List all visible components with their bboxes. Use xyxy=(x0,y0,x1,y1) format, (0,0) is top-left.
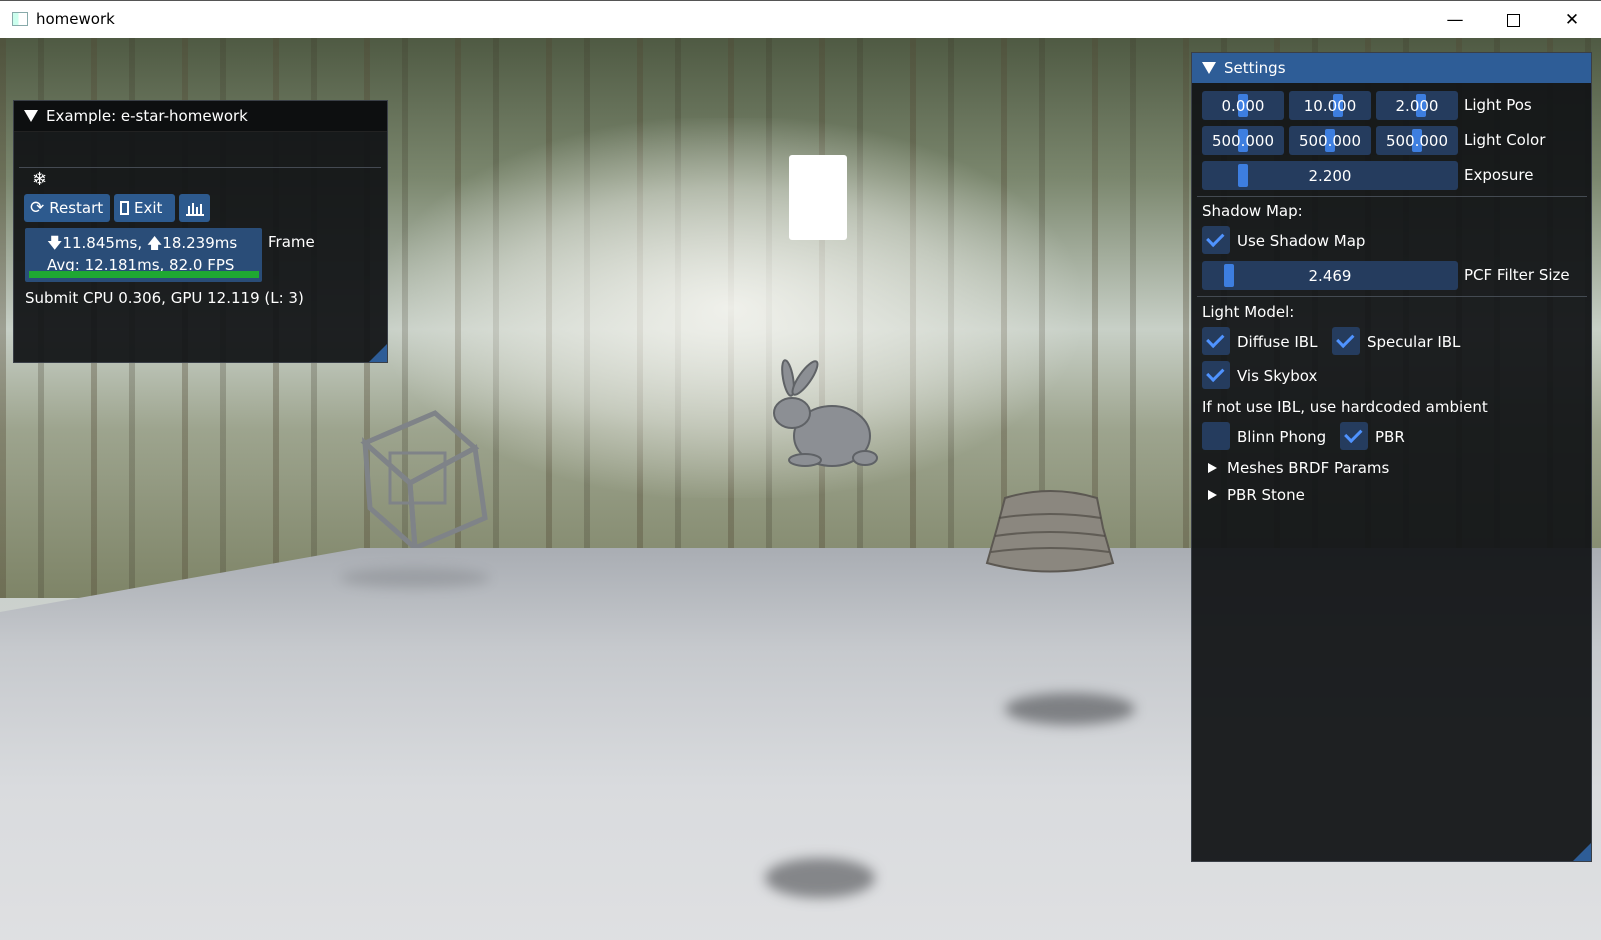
pbr-stone-model xyxy=(985,490,1115,573)
collapse-icon[interactable] xyxy=(1202,62,1216,74)
light-pos-z-slider[interactable]: 2.000 xyxy=(1376,91,1458,120)
divider xyxy=(19,167,381,168)
maximize-icon xyxy=(1506,13,1520,27)
window-title: homework xyxy=(36,10,115,28)
expand-icon xyxy=(1208,463,1217,473)
title-bar: homework — ✕ xyxy=(0,0,1601,38)
ibl-note: If not use IBL, use hardcoded ambient xyxy=(1202,398,1488,416)
light-color-r-slider[interactable]: 500.000 xyxy=(1202,126,1284,155)
restart-button[interactable]: ⟳ Restart xyxy=(24,194,110,222)
settings-window-title: Settings xyxy=(1224,59,1286,77)
example-window-title: Example: e-star-homework xyxy=(46,107,248,125)
fps-bar xyxy=(29,271,259,278)
exposure-label: Exposure xyxy=(1464,166,1534,184)
minimize-button[interactable]: — xyxy=(1426,1,1484,39)
shadow-map-header: Shadow Map: xyxy=(1202,202,1303,220)
check-icon xyxy=(1206,228,1225,248)
app-icon xyxy=(12,12,28,26)
diffuse-ibl-checkbox[interactable] xyxy=(1202,327,1230,355)
stats-button[interactable] xyxy=(179,194,210,222)
light-source-quad xyxy=(789,155,847,240)
pbr-stone-tree[interactable]: PBR Stone xyxy=(1208,486,1305,504)
resize-grip[interactable] xyxy=(369,344,387,362)
maximize-button[interactable] xyxy=(1484,1,1542,39)
blinn-phong-checkbox[interactable] xyxy=(1202,422,1230,450)
frame-time-plot[interactable]: 🡇11.845ms, 🡅18.239ms Avg: 12.181ms, 82.0… xyxy=(25,228,262,282)
use-shadow-map-checkbox[interactable] xyxy=(1202,226,1230,254)
submit-stats: Submit CPU 0.306, GPU 12.119 (L: 3) xyxy=(25,289,304,307)
snowflake-icon[interactable]: ❄ xyxy=(32,169,47,190)
meshes-brdf-params-tree[interactable]: Meshes BRDF Params xyxy=(1208,459,1389,477)
minimize-icon: — xyxy=(1446,10,1464,30)
light-model-header: Light Model: xyxy=(1202,303,1295,321)
diffuse-ibl-label: Diffuse IBL xyxy=(1237,333,1318,351)
specular-ibl-label: Specular IBL xyxy=(1367,333,1461,351)
check-icon xyxy=(1206,329,1225,349)
settings-window-header[interactable]: Settings xyxy=(1192,53,1591,83)
vis-skybox-label: Vis Skybox xyxy=(1237,367,1318,385)
light-color-g-slider[interactable]: 500.000 xyxy=(1289,126,1371,155)
divider xyxy=(1197,196,1587,197)
exposure-slider[interactable]: 2.200 xyxy=(1202,161,1458,190)
pbr-checkbox[interactable] xyxy=(1340,422,1368,450)
use-shadow-map-label: Use Shadow Map xyxy=(1237,232,1366,250)
cube-shadow xyxy=(340,568,490,588)
light-color-b-slider[interactable]: 500.000 xyxy=(1376,126,1458,155)
check-icon xyxy=(1206,363,1225,383)
meshes-brdf-params-label: Meshes BRDF Params xyxy=(1227,459,1390,477)
light-pos-label: Light Pos xyxy=(1464,96,1532,114)
expand-icon xyxy=(1208,490,1217,500)
bar-chart-icon xyxy=(185,203,204,216)
close-icon: ✕ xyxy=(1564,10,1580,30)
pcf-filter-size-label: PCF Filter Size xyxy=(1464,266,1570,284)
close-button[interactable]: ✕ xyxy=(1543,1,1601,39)
blinn-phong-label: Blinn Phong xyxy=(1237,428,1327,446)
light-color-label: Light Color xyxy=(1464,131,1546,149)
light-pos-y-slider[interactable]: 10.000 xyxy=(1289,91,1371,120)
exit-door-icon xyxy=(120,201,129,215)
frame-label: Frame xyxy=(268,233,315,251)
wireframe-cube-model xyxy=(360,410,488,548)
bunny-shadow xyxy=(765,858,875,898)
divider xyxy=(1197,296,1587,297)
check-icon xyxy=(1336,329,1355,349)
light-pos-x-slider[interactable]: 0.000 xyxy=(1202,91,1284,120)
specular-ibl-checkbox[interactable] xyxy=(1332,327,1360,355)
restart-icon: ⟳ xyxy=(30,198,45,218)
stanford-bunny-model xyxy=(773,359,878,467)
collapse-icon[interactable] xyxy=(24,110,38,122)
settings-window[interactable]: Settings 0.000 10.000 2.000 Light Pos 50… xyxy=(1191,52,1592,862)
exit-button[interactable]: Exit xyxy=(114,194,175,222)
frame-times: 🡇11.845ms, 🡅18.239ms xyxy=(47,234,238,252)
example-window[interactable]: Example: e-star-homework ❄ ⟳ Restart Exi… xyxy=(13,100,388,363)
check-icon xyxy=(1344,424,1363,444)
rock-shadow xyxy=(1005,693,1135,725)
resize-grip[interactable] xyxy=(1573,843,1591,861)
restart-label: Restart xyxy=(49,199,104,217)
exit-label: Exit xyxy=(134,199,163,217)
pbr-label: PBR xyxy=(1375,428,1405,446)
vis-skybox-checkbox[interactable] xyxy=(1202,361,1230,389)
pcf-filter-size-slider[interactable]: 2.469 xyxy=(1202,261,1458,290)
example-window-header[interactable]: Example: e-star-homework xyxy=(14,101,387,132)
pbr-stone-label: PBR Stone xyxy=(1227,486,1305,504)
